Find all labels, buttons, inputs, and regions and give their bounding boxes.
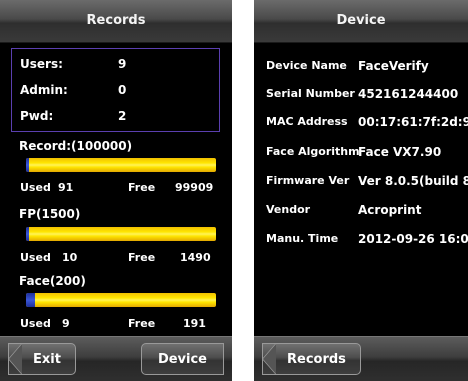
firmware-version-label: Firmware Ver [266, 174, 350, 187]
record-used-value: 91 [58, 181, 74, 194]
record-free-label: Free [128, 181, 156, 194]
fp-used-label: Used [20, 251, 51, 264]
fp-capacity-title: FP(1500) [19, 207, 81, 221]
fp-capacity-bar [26, 227, 216, 241]
vendor-value: Acroprint [358, 203, 422, 217]
mac-address-label: MAC Address [266, 115, 348, 128]
serial-number-row: Serial Number 452161244400 [266, 87, 458, 101]
fp-free-value: 1490 [180, 251, 211, 264]
record-free-value: 99909 [175, 181, 214, 194]
records-title: Records [86, 13, 146, 28]
device-name-label: Device Name [266, 59, 347, 72]
mac-address-row: MAC Address 00:17:61:7f:2d:97 [266, 115, 468, 129]
device-bottom-bar: Records [254, 336, 468, 381]
user-summary-box: Users: 9 Admin: 0 Pwd: 2 [11, 48, 220, 132]
face-used-fill [26, 293, 35, 307]
fp-used-value: 10 [62, 251, 78, 264]
admin-label: Admin: [20, 83, 68, 97]
manufacture-time-label: Manu. Time [266, 232, 339, 245]
firmware-version-row: Firmware Ver Ver 8.0.5(build 8 [266, 174, 468, 188]
fp-free-label: Free [128, 251, 156, 264]
face-free-value: 191 [183, 317, 206, 330]
face-used-value: 9 [62, 317, 70, 330]
manufacture-time-row: Manu. Time 2012-09-26 16:01 [266, 232, 468, 246]
device-title: Device [336, 13, 386, 28]
vendor-label: Vendor [266, 203, 311, 216]
pwd-label: Pwd: [20, 109, 54, 123]
face-capacity-bar [26, 293, 216, 307]
firmware-version-value: Ver 8.0.5(build 8 [358, 174, 468, 188]
serial-number-label: Serial Number [266, 87, 355, 100]
mac-address-value: 00:17:61:7f:2d:97 [358, 115, 468, 129]
face-algorithm-label: Face Algorithm [266, 145, 360, 158]
face-algorithm-value: Face VX7.90 [358, 145, 442, 159]
fp-used-fill [26, 227, 29, 241]
users-value: 9 [118, 57, 127, 71]
manufacture-time-value: 2012-09-26 16:01 [358, 232, 468, 246]
device-button[interactable]: Device [140, 343, 224, 375]
exit-button[interactable]: Exit [7, 343, 76, 375]
records-titlebar: Records [0, 0, 232, 43]
records-button[interactable]: Records [262, 343, 361, 375]
records-screen: Records Users: 9 Admin: 0 Pwd: 2 Record:… [0, 0, 232, 381]
device-name-row: Device Name FaceVerify [266, 59, 429, 73]
record-capacity-title: Record:(100000) [19, 139, 133, 153]
record-used-fill [26, 158, 29, 172]
device-screen: Device Device Name FaceVerify Serial Num… [254, 0, 468, 381]
record-used-label: Used [20, 181, 51, 194]
face-used-label: Used [20, 317, 51, 330]
records-bottom-bar: Exit Device [0, 336, 232, 381]
serial-number-value: 452161244400 [358, 87, 459, 101]
face-capacity-title: Face(200) [19, 274, 86, 288]
vendor-row: Vendor Acroprint [266, 203, 421, 217]
record-capacity-bar [26, 158, 216, 172]
face-algorithm-row: Face Algorithm Face VX7.90 [266, 145, 441, 159]
device-titlebar: Device [254, 0, 468, 43]
device-name-value: FaceVerify [358, 59, 429, 73]
face-free-label: Free [128, 317, 156, 330]
admin-value: 0 [118, 83, 127, 97]
pwd-value: 2 [118, 109, 127, 123]
users-label: Users: [20, 57, 63, 71]
